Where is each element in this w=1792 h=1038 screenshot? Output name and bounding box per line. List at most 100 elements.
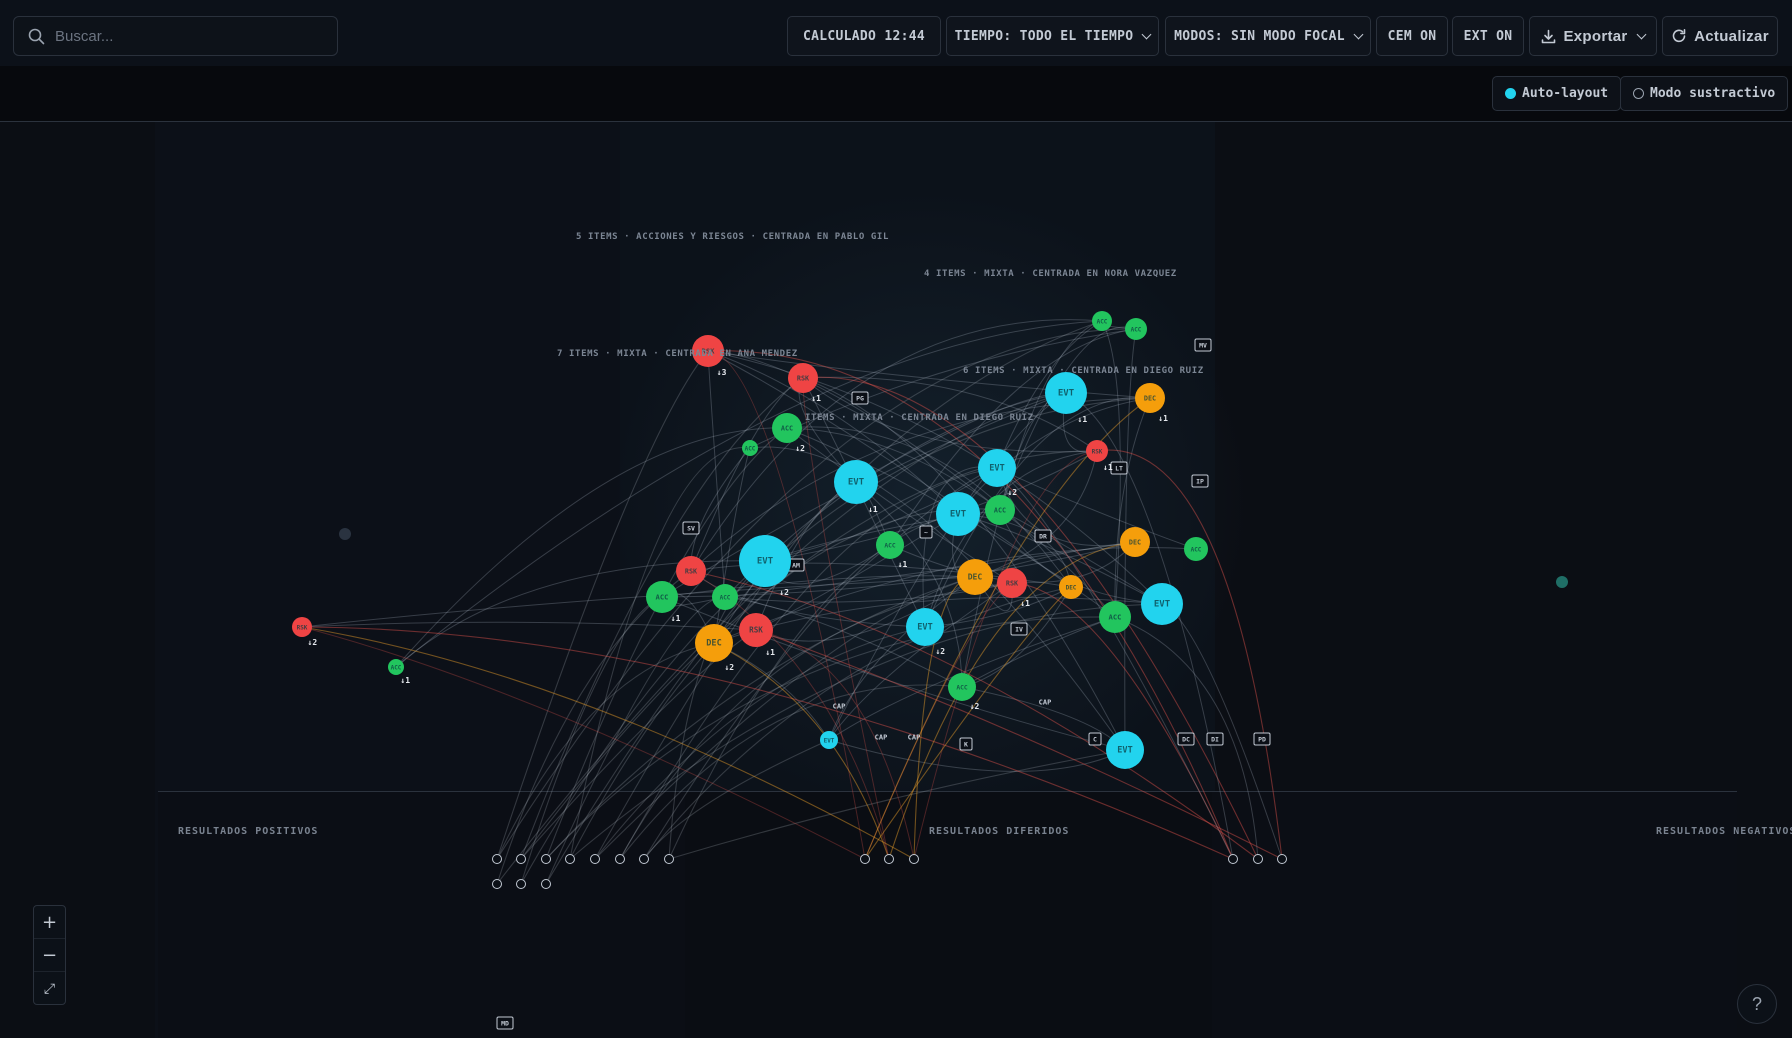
zoom-in-button[interactable]: + bbox=[34, 906, 65, 939]
svg-text:EVT: EVT bbox=[989, 464, 1004, 474]
outcome-node[interactable] bbox=[541, 879, 551, 889]
acc-node[interactable]: ACC ↓1 bbox=[388, 659, 410, 685]
cap-marker[interactable]: CAP bbox=[833, 703, 846, 711]
acc-node[interactable]: ACC bbox=[985, 495, 1015, 525]
hidden-node[interactable] bbox=[339, 528, 351, 540]
outcome-node[interactable] bbox=[565, 854, 575, 864]
ext-label: EXT ON bbox=[1463, 28, 1513, 44]
toggle-on-indicator bbox=[1505, 88, 1516, 99]
entity-tag[interactable]: DI bbox=[1206, 732, 1224, 746]
entity-tag[interactable]: LT bbox=[1110, 461, 1128, 475]
outcome-node[interactable] bbox=[639, 854, 649, 864]
evt-node[interactable]: EVT bbox=[820, 731, 838, 749]
entity-tag[interactable]: PG bbox=[851, 391, 869, 405]
outcome-node[interactable] bbox=[590, 854, 600, 864]
dec-node[interactable]: DEC bbox=[957, 559, 993, 595]
entity-tag[interactable]: K bbox=[959, 737, 973, 751]
svg-text:↓2: ↓2 bbox=[1007, 488, 1017, 497]
outcome-node[interactable] bbox=[860, 854, 870, 864]
outcome-node[interactable] bbox=[541, 854, 551, 864]
calculated-time-button[interactable]: CALCULADO 12:44 bbox=[787, 16, 941, 56]
dec-node[interactable]: DEC bbox=[1059, 575, 1083, 599]
svg-text:PD: PD bbox=[1258, 736, 1266, 744]
entity-tag[interactable]: SV bbox=[682, 521, 700, 535]
outcome-node[interactable] bbox=[909, 854, 919, 864]
svg-text:↓1: ↓1 bbox=[765, 648, 775, 657]
cap-marker[interactable]: CAP bbox=[1039, 699, 1052, 707]
tags-layer: MV PG LT IP DR SV AM IV MD K C DC DI PD ~ CAP CAP CAP CAP bbox=[496, 338, 1271, 1030]
evt-node[interactable]: EVT ↓2 bbox=[906, 608, 945, 656]
evt-node[interactable]: EVT bbox=[1141, 583, 1183, 625]
svg-text:EVT: EVT bbox=[950, 510, 967, 520]
svg-text:ACC: ACC bbox=[1097, 319, 1108, 326]
entity-tag[interactable]: IP bbox=[1191, 474, 1209, 488]
dec-node[interactable]: DEC ↓2 bbox=[695, 624, 734, 672]
rsk-node[interactable]: RSK↓1 bbox=[1086, 440, 1113, 472]
svg-text:CAP: CAP bbox=[908, 734, 921, 742]
graph-canvas[interactable]: MV PG LT IP DR SV AM IV MD K C DC DI PD ~ CAP CAP CAP CAP … bbox=[0, 122, 1792, 1038]
entity-tag[interactable]: ~ bbox=[919, 525, 933, 539]
entity-tag[interactable]: IV bbox=[1010, 622, 1028, 636]
acc-node[interactable]: ACC bbox=[1099, 601, 1131, 633]
entity-tag[interactable]: DR bbox=[1034, 529, 1052, 543]
cem-toggle-button[interactable]: CEM ON bbox=[1376, 16, 1448, 56]
time-filter-dropdown[interactable]: TIEMPO: TODO EL TIEMPO bbox=[946, 16, 1159, 56]
rsk-node[interactable]: RSK bbox=[676, 556, 706, 586]
search-box[interactable] bbox=[13, 16, 338, 56]
svg-text:↓1: ↓1 bbox=[1078, 415, 1088, 424]
fit-view-button[interactable]: ⤢ bbox=[34, 972, 65, 1005]
subtractive-mode-toggle[interactable]: Modo sustractivo bbox=[1620, 76, 1789, 111]
download-icon bbox=[1542, 29, 1556, 43]
svg-text:ACC: ACC bbox=[956, 685, 968, 692]
evt-node[interactable]: EVT bbox=[1106, 731, 1144, 769]
outcome-node[interactable] bbox=[615, 854, 625, 864]
search-input[interactable] bbox=[55, 27, 305, 45]
outcome-node[interactable] bbox=[664, 854, 674, 864]
help-button[interactable]: ? bbox=[1737, 984, 1777, 1024]
refresh-button[interactable]: Actualizar bbox=[1662, 16, 1778, 56]
acc-node[interactable]: ACC bbox=[1125, 318, 1147, 340]
graph-svg[interactable]: MVPGLTIPDRSVAMIVMDKC DC DI PD~CAPCAP CAPCAP … bbox=[0, 122, 1792, 1038]
svg-text:EVT: EVT bbox=[757, 557, 774, 567]
evt-node[interactable]: EVT bbox=[936, 492, 980, 536]
entity-tag[interactable]: MD bbox=[496, 1016, 514, 1030]
outcome-node[interactable] bbox=[516, 854, 526, 864]
chevron-down-icon bbox=[1141, 29, 1152, 39]
cap-marker[interactable]: CAP bbox=[908, 734, 921, 742]
dec-node[interactable]: DEC ↓1 bbox=[1135, 383, 1168, 423]
rsk-node[interactable]: RSK↓2 bbox=[292, 617, 317, 647]
outcome-node[interactable] bbox=[492, 879, 502, 889]
rsk-node[interactable]: RSK↓1 bbox=[788, 363, 821, 403]
rsk-node[interactable]: RSK↓1 bbox=[739, 613, 775, 657]
acc-node[interactable]: ACC ↓1 bbox=[876, 531, 908, 569]
acc-node[interactable]: ACC bbox=[1092, 311, 1112, 331]
entity-tag[interactable]: C bbox=[1088, 732, 1102, 746]
acc-node[interactable]: ACC ↓2 bbox=[948, 673, 980, 711]
outcome-node[interactable] bbox=[492, 854, 502, 864]
acc-node[interactable]: ACC bbox=[1184, 537, 1208, 561]
modes-dropdown[interactable]: MODOS: SIN MODO FOCAL bbox=[1165, 16, 1371, 56]
ext-toggle-button[interactable]: EXT ON bbox=[1452, 16, 1524, 56]
evt-node[interactable]: EVT ↓1 bbox=[1045, 372, 1087, 424]
dec-node[interactable]: DEC bbox=[1120, 527, 1150, 557]
cap-marker[interactable]: CAP bbox=[875, 734, 888, 742]
outcome-node[interactable] bbox=[1253, 854, 1263, 864]
svg-text:IV: IV bbox=[1015, 626, 1023, 634]
entity-tag[interactable]: MV bbox=[1194, 338, 1212, 352]
svg-text:RSK: RSK bbox=[797, 375, 810, 383]
evt-node[interactable]: EVT ↓2 bbox=[739, 535, 791, 597]
evt-node[interactable]: EVT ↓2 bbox=[978, 449, 1017, 497]
acc-node[interactable]: ACC bbox=[742, 440, 758, 456]
export-dropdown[interactable]: Exportar bbox=[1529, 16, 1657, 56]
acc-node[interactable]: ACC bbox=[712, 584, 738, 610]
outcome-node[interactable] bbox=[516, 879, 526, 889]
entity-tag[interactable]: PD bbox=[1253, 732, 1271, 746]
zoom-out-button[interactable]: − bbox=[34, 939, 65, 972]
svg-text:PG: PG bbox=[856, 395, 864, 403]
entity-tag[interactable]: DC bbox=[1177, 732, 1195, 746]
outcome-node[interactable] bbox=[884, 854, 894, 864]
outcome-node[interactable] bbox=[1228, 854, 1238, 864]
auto-layout-toggle[interactable]: Auto-layout bbox=[1492, 76, 1622, 111]
outcome-node[interactable] bbox=[1277, 854, 1287, 864]
hidden-node[interactable] bbox=[1556, 576, 1568, 588]
